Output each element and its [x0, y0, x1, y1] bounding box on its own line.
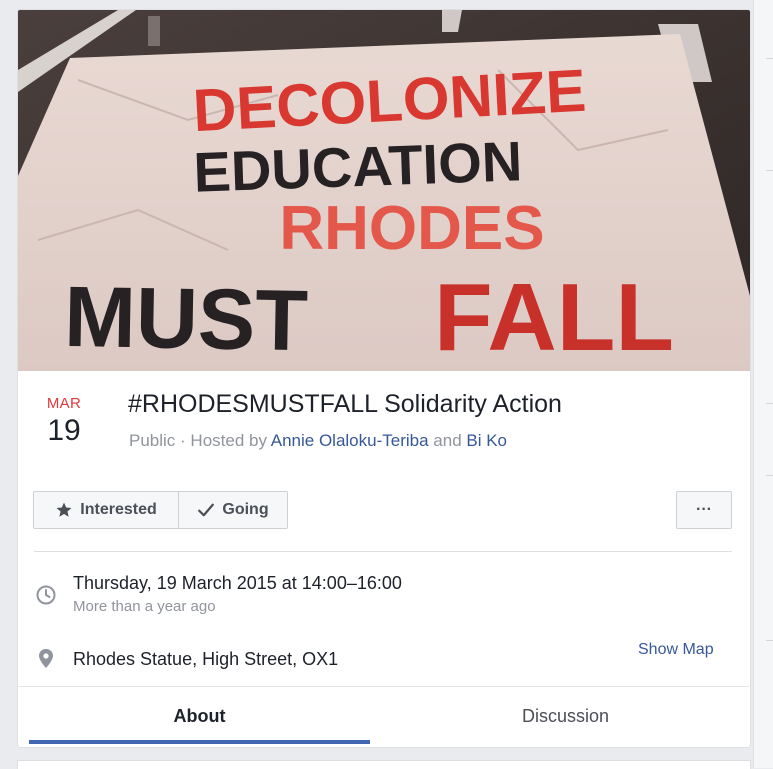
divider — [766, 58, 773, 59]
going-button[interactable]: Going — [179, 491, 288, 529]
interested-label: Interested — [80, 501, 157, 518]
divider — [766, 640, 773, 641]
event-card: DECOLONIZE EDUCATION RHODES MUST FALL — [17, 9, 751, 748]
host-link-1[interactable]: Annie Olaloku-Teriba — [271, 431, 429, 450]
tab-about[interactable]: About — [29, 706, 370, 727]
divider — [766, 475, 773, 476]
event-date-block: MAR 19 — [36, 396, 92, 449]
clock-icon — [36, 585, 56, 605]
hosted-by-text: · Hosted by — [175, 431, 271, 450]
divider — [766, 170, 773, 171]
banner-line-rhodes: RHODES — [279, 194, 544, 263]
event-meta: Public · Hosted by Annie Olaloku-Teriba … — [129, 431, 507, 451]
banner-line-must: MUST — [63, 269, 308, 369]
host-join-text: and — [428, 431, 467, 450]
host-link-2[interactable]: Bi Ko — [466, 431, 507, 450]
checkmark-icon — [198, 503, 215, 517]
event-title: #RHODESMUSTFALL Solidarity Action — [128, 390, 562, 418]
divider — [34, 551, 732, 552]
adjacent-column-edge — [753, 0, 773, 768]
divider — [766, 403, 773, 404]
location-pin-icon — [39, 649, 53, 668]
active-tab-indicator — [29, 740, 370, 744]
show-map-link[interactable]: Show Map — [638, 641, 714, 659]
event-relative-time: More than a year ago — [73, 598, 216, 615]
event-privacy: Public — [129, 431, 176, 450]
tabs-divider — [18, 686, 749, 687]
event-date-month: MAR — [46, 395, 82, 412]
event-datetime: Thursday, 19 March 2015 at 14:00–16:00 — [73, 573, 402, 593]
event-location[interactable]: Rhodes Statue, High Street, OX1 — [73, 649, 338, 670]
banner-line-education: EDUCATION — [193, 129, 524, 203]
event-cover-photo[interactable]: DECOLONIZE EDUCATION RHODES MUST FALL — [18, 10, 750, 371]
bottle — [148, 16, 160, 46]
interested-button[interactable]: Interested — [33, 491, 179, 529]
more-options-button[interactable]: ··· — [676, 491, 732, 529]
banner-line-fall: FALL — [434, 264, 674, 371]
tab-discussion[interactable]: Discussion — [395, 706, 736, 727]
event-date-day: 19 — [47, 414, 81, 447]
star-icon — [56, 502, 72, 517]
going-label: Going — [222, 501, 269, 518]
